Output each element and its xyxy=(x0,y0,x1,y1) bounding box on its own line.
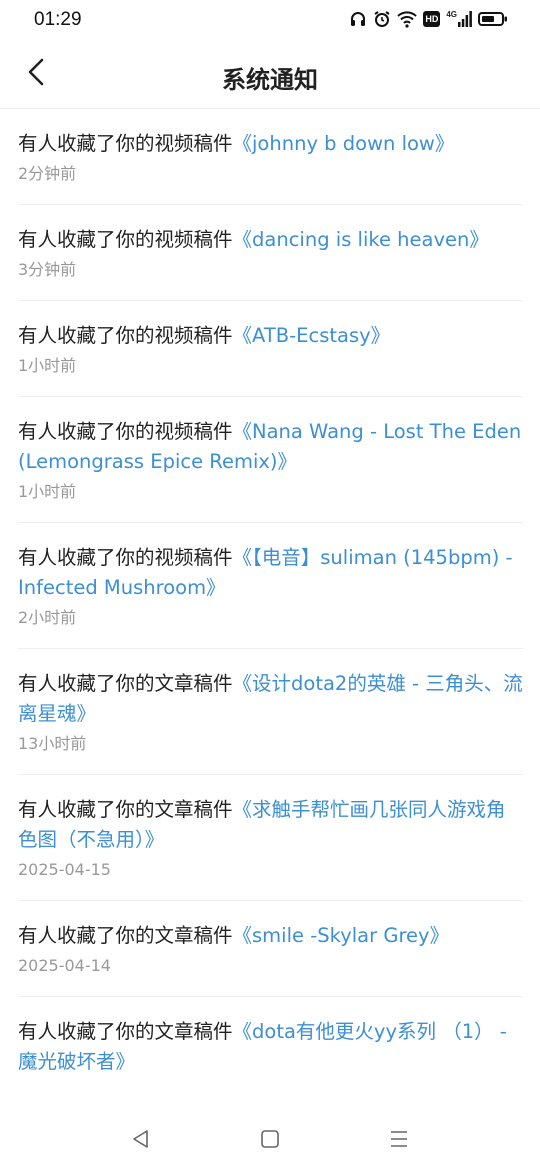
notification-prefix: 有人收藏了你的视频稿件 xyxy=(18,420,233,443)
notification-text: 有人收藏了你的视频稿件《【电音】suliman (145bpm) - Infec… xyxy=(18,543,523,603)
notification-text: 有人收藏了你的文章稿件《smile -Skylar Grey》 xyxy=(18,921,523,951)
status-time: 01:29 xyxy=(34,9,82,30)
headphones-icon xyxy=(349,10,367,28)
work-title-link[interactable]: 《johnny b down low》 xyxy=(233,132,455,155)
notification-prefix: 有人收藏了你的文章稿件 xyxy=(18,924,233,947)
nav-menu-button[interactable] xyxy=(379,1126,419,1156)
list-item[interactable]: 有人收藏了你的视频稿件《ATB-Ecstasy》 1小时前 xyxy=(18,301,523,397)
notification-time: 3分钟前 xyxy=(18,260,77,279)
home-square-icon xyxy=(260,1129,280,1153)
notification-prefix: 有人收藏了你的视频稿件 xyxy=(18,324,233,347)
list-item[interactable]: 有人收藏了你的文章稿件《设计dota2的英雄 - 三角头、流离星魂》 13小时前 xyxy=(18,649,523,775)
wifi-icon xyxy=(397,10,418,28)
list-item[interactable]: 有人收藏了你的文章稿件《smile -Skylar Grey》 2025-04-… xyxy=(18,901,523,997)
notification-text: 有人收藏了你的视频稿件《johnny b down low》 xyxy=(18,129,523,159)
notification-prefix: 有人收藏了你的视频稿件 xyxy=(18,228,233,251)
notification-time: 1小时前 xyxy=(18,356,77,375)
notification-text: 有人收藏了你的文章稿件《设计dota2的英雄 - 三角头、流离星魂》 xyxy=(18,669,523,729)
notification-text: 有人收藏了你的视频稿件《ATB-Ecstasy》 xyxy=(18,321,523,351)
notification-time: 13小时前 xyxy=(18,734,87,753)
notification-time: 2分钟前 xyxy=(18,164,77,183)
notification-prefix: 有人收藏了你的文章稿件 xyxy=(18,672,233,695)
status-icons: HD 4G xyxy=(349,10,508,28)
list-item[interactable]: 有人收藏了你的文章稿件《求触手帮忙画几张同人游戏角色图（不急用）》 2025-0… xyxy=(18,775,523,901)
status-bar: 01:29 HD 4G xyxy=(0,0,540,42)
network-label: 4G xyxy=(446,10,457,19)
notification-prefix: 有人收藏了你的视频稿件 xyxy=(18,546,233,569)
notification-text: 有人收藏了你的视频稿件《Nana Wang - Lost The Eden (L… xyxy=(18,417,523,477)
system-nav-bar xyxy=(0,1110,540,1170)
notification-text: 有人收藏了你的文章稿件《求触手帮忙画几张同人游戏角色图（不急用）》 xyxy=(18,795,523,855)
header: 系统通知 xyxy=(0,42,540,109)
back-triangle-icon xyxy=(131,1129,151,1153)
notification-text: 有人收藏了你的视频稿件《dancing is like heaven》 xyxy=(18,225,523,255)
hd-icon: HD xyxy=(423,11,441,27)
list-item[interactable]: 有人收藏了你的视频稿件《【电音】suliman (145bpm) - Infec… xyxy=(18,523,523,649)
signal-4g-icon: 4G xyxy=(446,11,472,27)
notification-time: 2小时前 xyxy=(18,608,77,627)
notification-time: 2025-04-15 xyxy=(18,860,111,879)
notification-prefix: 有人收藏了你的文章稿件 xyxy=(18,798,233,821)
nav-home-button[interactable] xyxy=(250,1126,290,1156)
list-item[interactable]: 有人收藏了你的视频稿件《johnny b down low》 2分钟前 xyxy=(18,109,523,205)
page-title: 系统通知 xyxy=(222,66,318,94)
list-item[interactable]: 有人收藏了你的视频稿件《Nana Wang - Lost The Eden (L… xyxy=(18,397,523,523)
notification-prefix: 有人收藏了你的文章稿件 xyxy=(18,1020,233,1043)
alarm-icon xyxy=(373,10,391,28)
list-item[interactable]: 有人收藏了你的文章稿件《dota有他更火yy系列 （1） - 魔光破坏者》 xyxy=(18,997,523,1096)
menu-lines-icon xyxy=(389,1129,409,1153)
notification-list: 有人收藏了你的视频稿件《johnny b down low》 2分钟前 有人收藏… xyxy=(18,109,523,1096)
work-title-link[interactable]: 《smile -Skylar Grey》 xyxy=(233,924,450,947)
notification-text: 有人收藏了你的文章稿件《dota有他更火yy系列 （1） - 魔光破坏者》 xyxy=(18,1017,523,1077)
notification-time: 1小时前 xyxy=(18,482,77,501)
nav-back-button[interactable] xyxy=(121,1126,161,1156)
battery-icon xyxy=(478,11,508,27)
work-title-link[interactable]: 《ATB-Ecstasy》 xyxy=(233,324,391,347)
notification-prefix: 有人收藏了你的视频稿件 xyxy=(18,132,233,155)
list-item[interactable]: 有人收藏了你的视频稿件《dancing is like heaven》 3分钟前 xyxy=(18,205,523,301)
notification-time: 2025-04-14 xyxy=(18,956,111,975)
work-title-link[interactable]: 《dancing is like heaven》 xyxy=(233,228,489,251)
